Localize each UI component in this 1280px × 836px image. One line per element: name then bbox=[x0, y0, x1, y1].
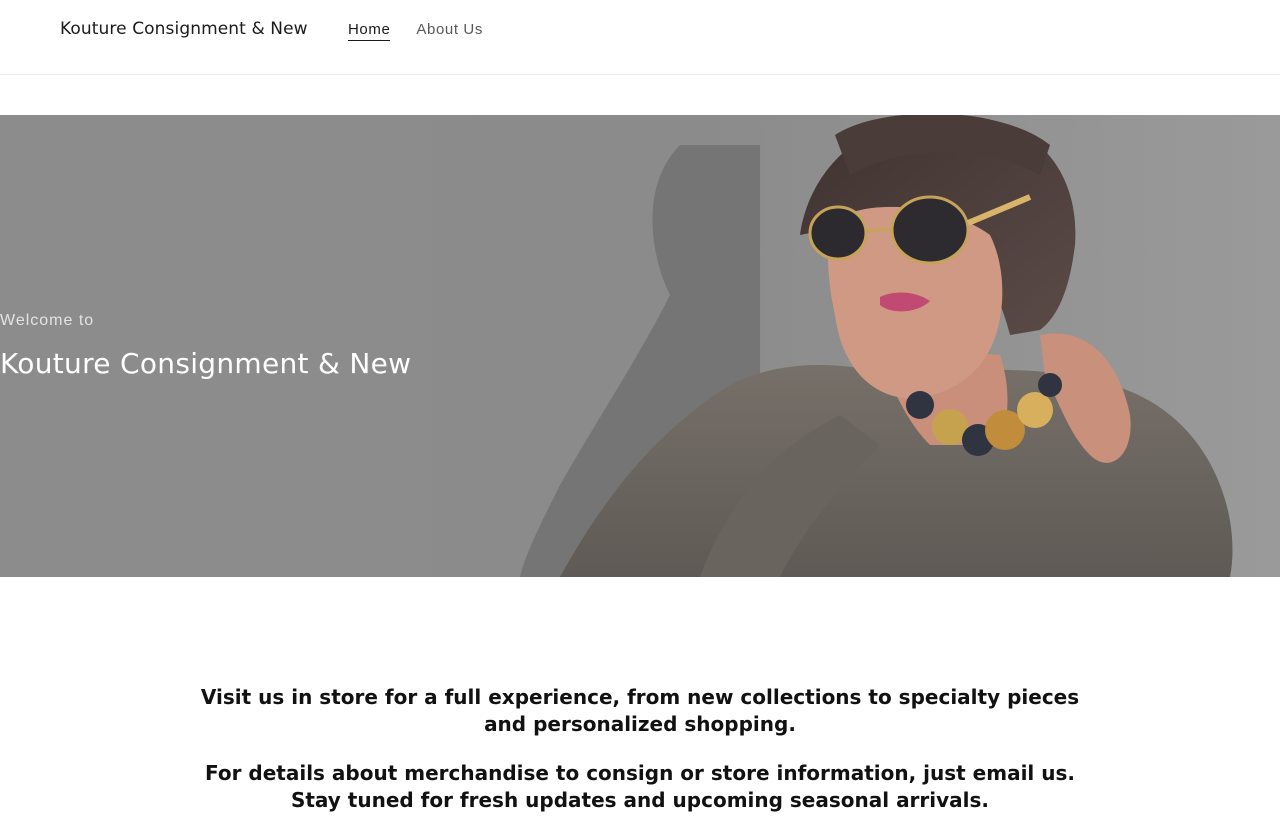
intro-paragraph-2: For details about merchandise to consign… bbox=[204, 761, 1075, 812]
hero-eyebrow: Welcome to bbox=[0, 312, 95, 329]
nav-about-us[interactable]: About Us bbox=[416, 21, 483, 41]
site-header: Kouture Consignment & New Home About Us bbox=[0, 0, 1280, 75]
hero-title: Kouture Consignment & New bbox=[0, 347, 412, 380]
nav-home[interactable]: Home bbox=[348, 21, 391, 41]
site-brand[interactable]: Kouture Consignment & New bbox=[60, 19, 308, 39]
hero-banner: Welcome to Kouture Consignment & New bbox=[0, 115, 1280, 577]
hero-image bbox=[0, 115, 1280, 577]
intro-paragraph-1: Visit us in store for a full experience,… bbox=[200, 685, 1080, 736]
intro-section: Visit us in store for a full experience,… bbox=[190, 684, 1090, 836]
main-nav: Home About Us bbox=[348, 21, 483, 41]
